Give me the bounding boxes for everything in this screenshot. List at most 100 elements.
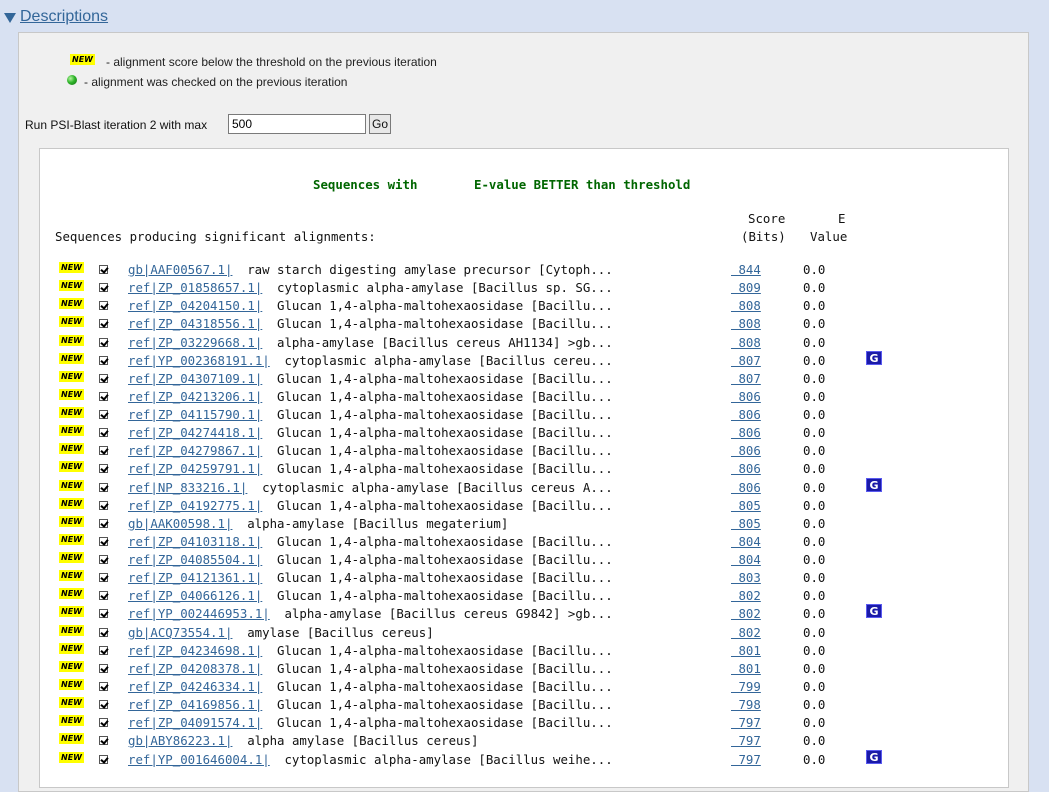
select-checkbox[interactable] <box>99 446 108 455</box>
score-link[interactable]: 797 <box>731 752 760 767</box>
score-link[interactable]: 797 <box>731 733 760 748</box>
score-link[interactable]: 803 <box>731 570 760 585</box>
score-link[interactable]: 798 <box>731 697 760 712</box>
score-link[interactable]: 797 <box>731 715 760 730</box>
accession-link[interactable]: ref|ZP_04115790.1| <box>128 407 262 422</box>
select-checkbox[interactable] <box>99 519 108 528</box>
max-sequences-input[interactable] <box>228 114 366 134</box>
result-row: NEW ref|ZP_04066126.1| Glucan 1,4-alpha-ma… <box>0 588 1049 606</box>
score-link[interactable]: 805 <box>731 516 760 531</box>
accession-link[interactable]: ref|ZP_04259791.1| <box>128 461 262 476</box>
score-link[interactable]: 802 <box>731 606 760 621</box>
select-checkbox[interactable] <box>99 501 108 510</box>
select-checkbox[interactable] <box>99 301 108 310</box>
score-link[interactable]: 802 <box>731 625 760 640</box>
select-checkbox[interactable] <box>99 283 108 292</box>
select-checkbox[interactable] <box>99 464 108 473</box>
score-link[interactable]: 806 <box>731 425 760 440</box>
accession-link[interactable]: ref|ZP_04066126.1| <box>128 588 262 603</box>
select-checkbox[interactable] <box>99 664 108 673</box>
accession-link[interactable]: ref|ZP_04192775.1| <box>128 498 262 513</box>
accession-link[interactable]: ref|ZP_01858657.1| <box>128 280 262 295</box>
accession-link[interactable]: ref|ZP_04307109.1| <box>128 371 262 386</box>
accession-link[interactable]: ref|YP_002446953.1| <box>128 606 270 621</box>
select-checkbox[interactable] <box>99 555 108 564</box>
score-link[interactable]: 844 <box>731 262 760 277</box>
score-link[interactable]: 806 <box>731 443 760 458</box>
accession-link[interactable]: gb|AAF00567.1| <box>128 262 232 277</box>
result-row: NEW ref|ZP_04121361.1| Glucan 1,4-alpha-ma… <box>0 570 1049 588</box>
select-checkbox[interactable] <box>99 628 108 637</box>
accession-link[interactable]: ref|NP_833216.1| <box>128 480 247 495</box>
accession-link[interactable]: gb|AAK00598.1| <box>128 516 232 531</box>
score-link[interactable]: 809 <box>731 280 760 295</box>
result-row: NEW ref|ZP_04307109.1| Glucan 1,4-alpha-ma… <box>0 371 1049 389</box>
accession-link[interactable]: ref|ZP_04169856.1| <box>128 697 262 712</box>
score-link[interactable]: 804 <box>731 534 760 549</box>
accession-link[interactable]: ref|ZP_04279867.1| <box>128 443 262 458</box>
go-button[interactable]: Go <box>369 114 391 134</box>
select-checkbox[interactable] <box>99 682 108 691</box>
gene-link-icon[interactable]: G <box>866 604 882 618</box>
score-link[interactable]: 807 <box>731 371 760 386</box>
select-checkbox[interactable] <box>99 374 108 383</box>
select-checkbox[interactable] <box>99 483 108 492</box>
accession-link[interactable]: ref|ZP_04121361.1| <box>128 570 262 585</box>
evalue-text: 0.0 <box>803 461 826 476</box>
accession-link[interactable]: ref|YP_001646004.1| <box>128 752 270 767</box>
select-checkbox[interactable] <box>99 265 108 274</box>
score-link[interactable]: 806 <box>731 407 760 422</box>
score-link[interactable]: 805 <box>731 498 760 513</box>
new-badge-icon: NEW <box>59 552 84 563</box>
select-checkbox[interactable] <box>99 356 108 365</box>
gene-link-icon[interactable]: G <box>866 351 882 365</box>
descriptions-title-link[interactable]: Descriptions <box>20 8 108 26</box>
select-checkbox[interactable] <box>99 591 108 600</box>
score-link[interactable]: 806 <box>731 461 760 476</box>
select-checkbox[interactable] <box>99 338 108 347</box>
accession-link[interactable]: ref|ZP_04085504.1| <box>128 552 262 567</box>
score-link[interactable]: 808 <box>731 335 760 350</box>
accession-link[interactable]: ref|ZP_04274418.1| <box>128 425 262 440</box>
score-link[interactable]: 802 <box>731 588 760 603</box>
accession-link[interactable]: gb|ABY86223.1| <box>128 733 232 748</box>
select-checkbox[interactable] <box>99 537 108 546</box>
select-checkbox[interactable] <box>99 718 108 727</box>
select-checkbox[interactable] <box>99 609 108 618</box>
select-checkbox[interactable] <box>99 428 108 437</box>
select-checkbox[interactable] <box>99 646 108 655</box>
select-checkbox[interactable] <box>99 410 108 419</box>
score-link[interactable]: 801 <box>731 661 760 676</box>
gene-link-icon[interactable]: G <box>866 478 882 492</box>
accession-link[interactable]: ref|YP_002368191.1| <box>128 353 270 368</box>
accession-link[interactable]: ref|ZP_04204150.1| <box>128 298 262 313</box>
select-checkbox[interactable] <box>99 736 108 745</box>
accession-link[interactable]: ref|ZP_04213206.1| <box>128 389 262 404</box>
score-link[interactable]: 807 <box>731 353 760 368</box>
score-link[interactable]: 806 <box>731 480 760 495</box>
select-checkbox[interactable] <box>99 573 108 582</box>
score-link[interactable]: 799 <box>731 679 760 694</box>
score-link[interactable]: 801 <box>731 643 760 658</box>
evalue-text: 0.0 <box>803 552 826 567</box>
select-checkbox[interactable] <box>99 755 108 764</box>
select-checkbox[interactable] <box>99 319 108 328</box>
score-link[interactable]: 806 <box>731 389 760 404</box>
collapse-triangle-icon[interactable] <box>4 13 16 23</box>
select-checkbox[interactable] <box>99 700 108 709</box>
score-link[interactable]: 808 <box>731 298 760 313</box>
accession-link[interactable]: ref|ZP_04091574.1| <box>128 715 262 730</box>
accession-link[interactable]: ref|ZP_04318556.1| <box>128 316 262 331</box>
select-checkbox[interactable] <box>99 392 108 401</box>
sequence-description: Glucan 1,4-alpha-maltohexaosidase [Bacil… <box>277 679 613 694</box>
accession-link[interactable]: ref|ZP_04234698.1| <box>128 643 262 658</box>
new-badge-icon: NEW <box>59 643 84 654</box>
gene-link-icon[interactable]: G <box>866 750 882 764</box>
score-link[interactable]: 804 <box>731 552 760 567</box>
accession-link[interactable]: ref|ZP_03229668.1| <box>128 335 262 350</box>
accession-link[interactable]: ref|ZP_04103118.1| <box>128 534 262 549</box>
score-link[interactable]: 808 <box>731 316 760 331</box>
accession-link[interactable]: gb|ACQ73554.1| <box>128 625 232 640</box>
accession-link[interactable]: ref|ZP_04208378.1| <box>128 661 262 676</box>
accession-link[interactable]: ref|ZP_04246334.1| <box>128 679 262 694</box>
